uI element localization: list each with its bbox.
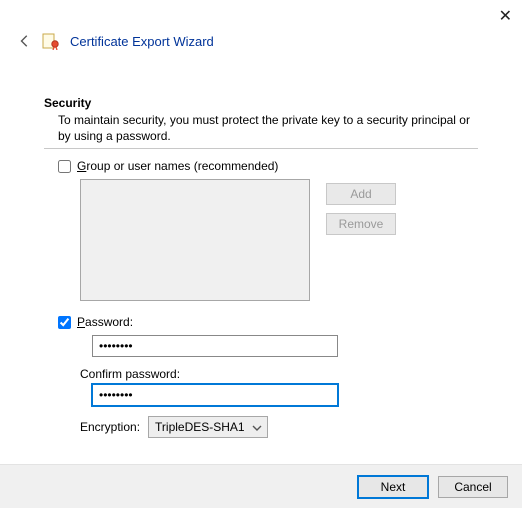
close-icon[interactable]: ✕ xyxy=(499,6,512,26)
group-names-checkbox-input[interactable] xyxy=(58,160,71,173)
wizard-title: Certificate Export Wizard xyxy=(70,34,214,49)
encryption-label: Encryption: xyxy=(80,420,140,434)
back-arrow-icon[interactable] xyxy=(18,34,32,48)
password-label: Password: xyxy=(77,315,133,329)
divider xyxy=(44,148,478,149)
next-button[interactable]: Next xyxy=(358,476,428,498)
encryption-select[interactable]: TripleDES-SHA1 xyxy=(148,416,268,438)
confirm-password-field[interactable] xyxy=(92,384,338,406)
password-checkbox[interactable]: Password: xyxy=(58,315,478,329)
section-heading: Security xyxy=(44,96,478,110)
add-button: Add xyxy=(326,183,396,205)
confirm-password-label: Confirm password: xyxy=(80,367,478,381)
group-names-listbox xyxy=(80,179,310,301)
certificate-icon xyxy=(42,32,60,50)
chevron-down-icon xyxy=(252,422,262,432)
group-names-checkbox[interactable]: Group or user names (recommended) xyxy=(58,159,478,173)
password-field[interactable] xyxy=(92,335,338,357)
wizard-footer: Next Cancel xyxy=(0,464,522,508)
section-description: To maintain security, you must protect t… xyxy=(58,112,478,144)
cancel-button[interactable]: Cancel xyxy=(438,476,508,498)
encryption-value: TripleDES-SHA1 xyxy=(155,420,245,434)
password-checkbox-input[interactable] xyxy=(58,316,71,329)
group-names-label: Group or user names (recommended) xyxy=(77,159,278,173)
remove-button: Remove xyxy=(326,213,396,235)
